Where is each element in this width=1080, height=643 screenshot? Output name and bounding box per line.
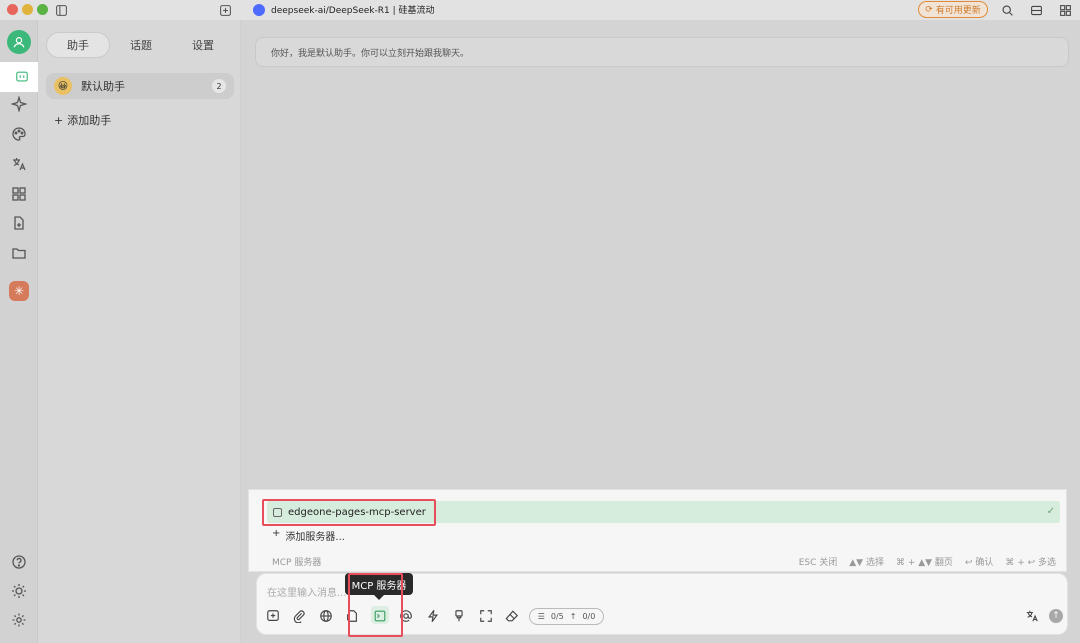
help-icon[interactable] <box>8 551 30 573</box>
hint-select: ▲▼ 选择 <box>849 558 884 568</box>
keyboard-hints: ESC 关闭 ▲▼ 选择 ⌘ + ▲▼ 翻页 ↩ 确认 ⌘ + ↩ 多选 <box>799 555 1056 568</box>
deepseek-logo-icon <box>253 3 265 16</box>
context-count: 0/5 <box>550 612 564 621</box>
fullscreen-icon[interactable] <box>478 608 494 624</box>
translate-icon[interactable] <box>8 153 30 175</box>
message-input[interactable]: 在这里输入消息... <box>267 584 347 599</box>
assistant-emoji-icon: 😀 <box>54 77 72 95</box>
sidebar-toggle-icon[interactable] <box>53 2 69 18</box>
assistant-item-default[interactable]: 😀 默认助手 2 <box>46 73 234 99</box>
hint-close: ESC 关闭 <box>798 558 838 568</box>
assistant-topic-count: 2 <box>212 79 226 93</box>
folder-icon[interactable] <box>8 242 30 264</box>
highlight-box-server <box>262 499 436 526</box>
add-assistant-button[interactable]: + 添加助手 <box>54 112 111 128</box>
arrow-up-icon: ↑ <box>569 612 577 621</box>
mini-app-icon[interactable]: ✳ <box>9 281 29 301</box>
left-rail: ✳ <box>0 20 44 643</box>
send-button[interactable]: ↑ <box>1049 609 1063 623</box>
tab-assistants[interactable]: 助手 <box>46 32 110 58</box>
hint-multiselect: ⌘ + ↩ 多选 <box>1005 558 1056 568</box>
hint-confirm: ↩ 确认 <box>964 558 994 568</box>
tab-topics[interactable]: 话题 <box>110 32 172 58</box>
grid-icon[interactable] <box>1057 2 1073 18</box>
layout-icon[interactable] <box>1028 2 1044 18</box>
panel-tabs: 助手 话题 设置 <box>46 32 234 58</box>
user-avatar[interactable] <box>7 30 31 54</box>
context-icon: ☰ <box>537 612 545 621</box>
add-server-button[interactable]: + 添加服务器... <box>272 528 345 543</box>
topic-title: deepseek-ai/DeepSeek-R1 | 硅基流动 <box>253 3 434 16</box>
mcp-section-label: MCP 服务器 <box>272 558 322 568</box>
token-count: 0/0 <box>582 612 596 621</box>
translate-icon[interactable] <box>1024 608 1040 624</box>
assistants-panel: 助手 话题 设置 😀 默认助手 2 + 添加助手 <box>38 20 241 643</box>
highlight-box-mcp-button <box>348 573 403 637</box>
welcome-message: 你好，我是默认助手。你可以立刻开始跟我聊天。 <box>255 37 1069 67</box>
new-topic-icon[interactable] <box>217 2 233 18</box>
hint-page: ⌘ + ▲▼ 翻页 <box>895 558 953 568</box>
chat-icon <box>16 71 28 82</box>
globe-icon[interactable] <box>318 608 334 624</box>
minimize-window-button[interactable] <box>22 4 33 15</box>
new-topic-icon[interactable] <box>265 608 281 624</box>
maximize-window-button[interactable] <box>37 4 48 15</box>
eraser-icon[interactable] <box>504 608 520 624</box>
palette-icon[interactable] <box>8 123 30 145</box>
settings-gear-icon[interactable] <box>8 609 30 631</box>
brush-icon[interactable] <box>451 608 467 624</box>
token-counter: ☰ 0/5 ↑ 0/0 <box>529 608 604 625</box>
paperclip-icon[interactable] <box>291 608 307 624</box>
assistant-name: 默认助手 <box>81 80 125 93</box>
apps-grid-icon[interactable] <box>8 183 30 205</box>
refresh-icon: ⟳ <box>925 4 933 15</box>
title-bar: deepseek-ai/DeepSeek-R1 | 硅基流动 ⟳ 有可用更新 <box>0 0 1080 20</box>
tab-settings[interactable]: 设置 <box>172 32 234 58</box>
close-window-button[interactable] <box>7 4 18 15</box>
file-transfer-icon[interactable] <box>8 212 30 234</box>
update-available-button[interactable]: ⟳ 有可用更新 <box>918 1 988 18</box>
lightning-icon[interactable] <box>425 608 441 624</box>
topic-title-text: deepseek-ai/DeepSeek-R1 | 硅基流动 <box>271 6 435 16</box>
check-icon: ✓ <box>1046 506 1055 517</box>
theme-sun-icon[interactable] <box>8 580 30 602</box>
plus-icon: + <box>272 528 281 539</box>
search-icon[interactable] <box>999 2 1015 18</box>
plus-icon: + <box>54 113 64 127</box>
sparkle-icon[interactable] <box>8 93 30 115</box>
